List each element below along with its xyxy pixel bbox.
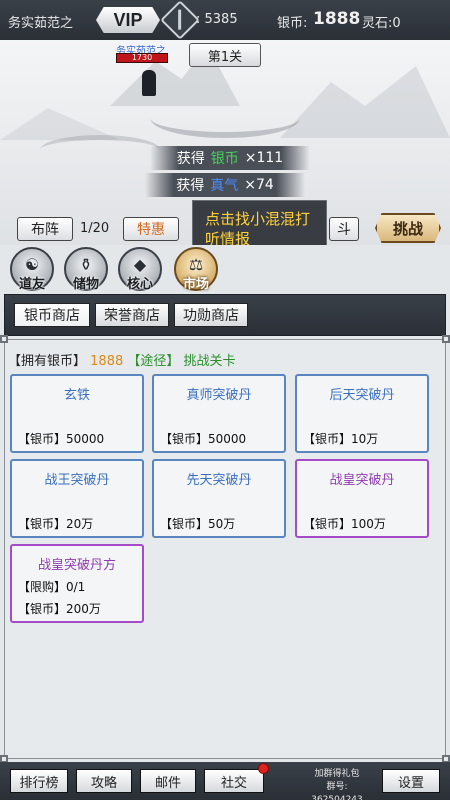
spirit-stone-count: 灵石:0: [362, 16, 401, 31]
mountain-decoration: [280, 66, 450, 138]
group-number: 群号: 362504243: [311, 782, 363, 800]
nav-label: 核心: [126, 277, 154, 292]
item-price: 【银币】100万: [303, 517, 386, 531]
shop-item-card[interactable]: 战王突破丹 【银币】20万: [10, 459, 144, 538]
tab-silver-shop[interactable]: 银币商店: [14, 303, 90, 327]
ink-stroke-decoration: [150, 98, 300, 138]
group-gift-info[interactable]: 加群得礼包 群号: 362504243: [306, 768, 368, 800]
battle-scene[interactable]: 务实茹范之 1730 第1关 获得 银币 ×111 获得 真气 ×74 布阵 1…: [0, 40, 450, 245]
core-icon: ◆: [133, 255, 147, 274]
reward-quantity: ×111: [244, 150, 284, 166]
hp-bar: 1730: [116, 53, 168, 63]
feature-nav: ☯ 道友 ⚱ 储物 ◆ 核心 ⚖ 市场: [0, 245, 450, 293]
storage-icon: ⚱: [79, 255, 93, 274]
item-price: 【银币】50000: [160, 432, 247, 446]
formation-button[interactable]: 布阵: [17, 217, 73, 241]
owned-silver-value: 1888: [90, 354, 124, 369]
silver-value: 1888: [313, 9, 361, 29]
formation-count: 1/20: [80, 221, 110, 236]
mountain-decoration: [0, 108, 120, 140]
corner-ornament: [442, 335, 450, 343]
shop-item-card[interactable]: 真师突破丹 【银币】50000: [152, 374, 286, 453]
item-price: 【银币】20万: [18, 517, 94, 531]
shop-item-card[interactable]: 战皇突破丹 【银币】100万: [295, 459, 429, 538]
settings-button[interactable]: 设置: [382, 769, 440, 793]
nav-label: 储物: [72, 277, 100, 292]
item-name: 战皇突破丹: [329, 473, 395, 488]
item-price: 【银币】50000: [18, 432, 105, 446]
tab-honor-shop[interactable]: 荣誉商店: [95, 303, 169, 327]
silver-label: 银币:: [277, 16, 308, 31]
level-button[interactable]: 第1关: [189, 43, 261, 67]
special-offer-button[interactable]: 特惠: [123, 217, 179, 241]
item-name: 真师突破丹: [186, 388, 252, 403]
reward-prefix: 获得: [176, 178, 205, 194]
guide-button[interactable]: 攻略: [76, 769, 132, 793]
challenge-button[interactable]: 挑战: [375, 213, 441, 243]
reward-item: 真气: [210, 178, 239, 194]
mail-button[interactable]: 邮件: [140, 769, 196, 793]
shop-item-card[interactable]: 先天突破丹 【银币】50万: [152, 459, 286, 538]
top-status-bar: 务实茹范之 VIP : 5385 银币: 1888 灵石:0: [0, 0, 450, 40]
vip-badge[interactable]: VIP: [96, 7, 160, 33]
item-purchase-limit: 【限购】0/1: [18, 580, 86, 594]
item-name: 战王突破丹: [44, 473, 110, 488]
item-name: 战皇突破丹方: [37, 558, 116, 573]
hidden-button[interactable]: 斗: [329, 217, 359, 241]
tab-merit-shop[interactable]: 功勋商店: [174, 303, 248, 327]
nav-market[interactable]: ⚖ 市场: [174, 247, 218, 292]
shop-panel: 【拥有银币】 1888 【途径】 挑战关卡 玄铁 【银币】50000 真师突破丹…: [0, 335, 450, 763]
item-name: 玄铁: [63, 388, 90, 403]
reward-item: 银币: [210, 151, 239, 167]
market-icon: ⚖: [188, 255, 204, 274]
corner-ornament: [0, 335, 8, 343]
reward-prefix: 获得: [176, 151, 205, 167]
shop-tab-bar: 银币商店 荣誉商店 功勋商店: [4, 294, 446, 336]
player-name[interactable]: 务实茹范之: [8, 12, 73, 31]
player-character[interactable]: [142, 70, 156, 96]
notification-dot: [258, 763, 269, 774]
group-gift-label: 加群得礼包: [314, 769, 360, 779]
item-name: 先天突破丹: [186, 473, 252, 488]
social-button[interactable]: 社交: [204, 769, 264, 793]
nav-core[interactable]: ◆ 核心: [118, 247, 162, 292]
bottom-menu-bar: 排行榜 攻略 邮件 社交 加群得礼包 群号: 362504243 设置: [0, 762, 450, 800]
route-label: 【途径】: [127, 354, 180, 369]
nav-storage[interactable]: ⚱ 储物: [64, 247, 108, 292]
reward-quantity: ×74: [244, 177, 274, 193]
reward-notice: 获得 银币 ×111: [150, 146, 310, 170]
combat-power: : 5385: [196, 12, 238, 27]
nav-label: 道友: [18, 277, 46, 292]
sword-icon: [160, 0, 200, 40]
owned-silver-label: 【拥有银币】: [8, 354, 87, 369]
route-value: 挑战关卡: [183, 354, 236, 369]
item-price: 【银币】200万: [18, 602, 101, 616]
shop-item-card[interactable]: 玄铁 【银币】50000: [10, 374, 144, 453]
item-price: 【银币】10万: [303, 432, 379, 446]
currency-info: 【拥有银币】 1888 【途径】 挑战关卡: [8, 350, 236, 369]
ranking-button[interactable]: 排行榜: [10, 769, 68, 793]
shop-item-card[interactable]: 战皇突破丹方 【限购】0/1 【银币】200万: [10, 544, 144, 623]
item-price: 【银币】50万: [160, 517, 236, 531]
hint-tooltip[interactable]: 点击找小混混打听情报: [192, 200, 327, 245]
item-name: 后天突破丹: [329, 388, 395, 403]
reward-notice: 获得 真气 ×74: [145, 173, 305, 197]
shop-item-card[interactable]: 后天突破丹 【银币】10万: [295, 374, 429, 453]
nav-label: 市场: [182, 277, 210, 292]
friends-icon: ☯: [24, 255, 40, 274]
ink-stroke-decoration: [40, 135, 160, 165]
nav-friends[interactable]: ☯ 道友: [10, 247, 54, 292]
